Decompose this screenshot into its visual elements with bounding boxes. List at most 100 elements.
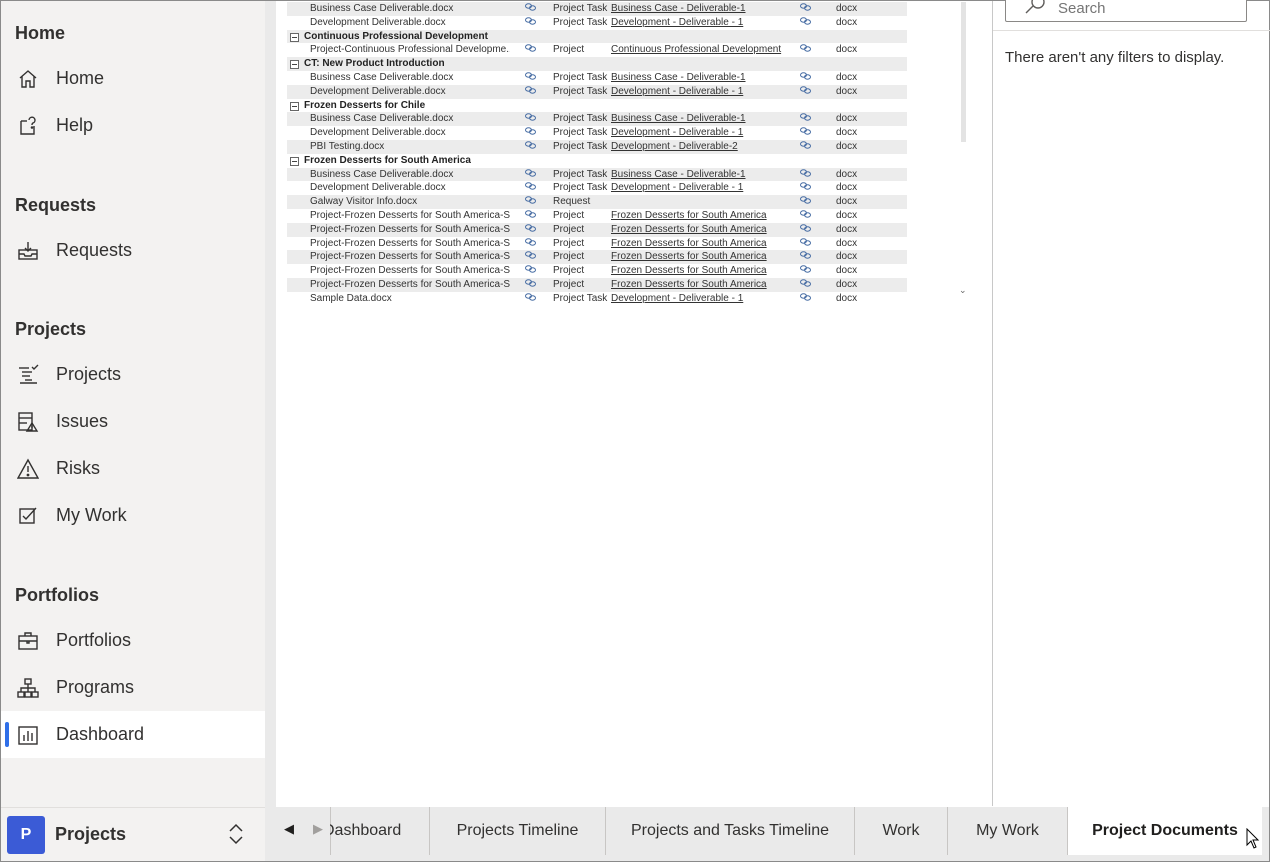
link-icon[interactable] xyxy=(525,86,539,98)
filters-empty-message: There aren't any filters to display. xyxy=(1005,49,1225,66)
parent-link[interactable]: Development - Deliverable - 1 xyxy=(611,127,791,139)
collapse-icon[interactable] xyxy=(290,156,299,166)
parent-link[interactable]: Development - Deliverable-2 xyxy=(611,141,791,153)
parent-link[interactable]: Frozen Desserts for South America xyxy=(611,265,791,277)
collapse-icon[interactable] xyxy=(290,101,299,111)
document-name: Development Deliverable.docx xyxy=(310,182,446,194)
record-type: Project Task xyxy=(553,127,608,139)
nav-group-title: Portfolios xyxy=(15,585,99,605)
filter-search-input[interactable] xyxy=(1058,0,1228,17)
table-row: Project-Frozen Desserts for South Americ… xyxy=(287,209,907,223)
document-name: PBI Testing.docx xyxy=(310,140,385,152)
link-icon[interactable] xyxy=(800,72,814,84)
link-icon[interactable] xyxy=(525,224,539,236)
link-icon[interactable] xyxy=(800,113,814,125)
parent-link[interactable]: Frozen Desserts for South America xyxy=(611,210,791,222)
link-icon[interactable] xyxy=(800,17,814,29)
parent-link[interactable]: Frozen Desserts for South America xyxy=(611,251,791,263)
link-icon[interactable] xyxy=(800,182,814,194)
parent-link[interactable]: Continuous Professional Development xyxy=(611,44,791,56)
nav-item-issues[interactable]: Issues xyxy=(1,398,265,445)
nav-item-home[interactable]: Home xyxy=(1,55,265,102)
link-icon[interactable] xyxy=(800,210,814,222)
nav-item-portfolios[interactable]: Portfolios xyxy=(1,617,265,664)
parent-link[interactable]: Business Case - Deliverable-1 xyxy=(611,72,791,84)
nav-item-programs[interactable]: Programs xyxy=(1,664,265,711)
parent-link[interactable]: Development - Deliverable - 1 xyxy=(611,86,791,98)
chevron-down-icon[interactable]: ⌄ xyxy=(959,285,967,296)
link-icon[interactable] xyxy=(800,265,814,277)
tabs-scroll-left-icon[interactable]: ◀ xyxy=(284,821,294,837)
link-icon[interactable] xyxy=(800,279,814,291)
tab-projects-and-tasks-timeline[interactable]: Projects and Tasks Timeline xyxy=(605,807,854,855)
parent-link[interactable]: Development - Deliverable - 1 xyxy=(611,293,791,305)
link-icon[interactable] xyxy=(525,237,539,250)
link-icon[interactable] xyxy=(800,127,814,139)
link-icon[interactable] xyxy=(525,251,539,263)
nav-item-label: Projects xyxy=(56,364,122,384)
tab-dashboard[interactable]: Dashboard xyxy=(330,807,429,855)
nav-group-title: Home xyxy=(15,23,66,43)
parent-link[interactable]: Frozen Desserts for South America xyxy=(611,224,791,236)
parent-link[interactable]: Frozen Desserts for South America xyxy=(611,279,791,291)
parent-link[interactable]: Frozen Desserts for South America xyxy=(611,238,791,250)
link-icon[interactable] xyxy=(525,210,539,222)
tab-project-documents[interactable]: Project Documents xyxy=(1067,807,1262,855)
link-icon[interactable] xyxy=(525,113,539,125)
nav-item-dashboard[interactable]: Dashboard xyxy=(1,711,265,758)
link-icon[interactable] xyxy=(525,265,539,277)
link-icon[interactable] xyxy=(525,72,539,84)
link-icon[interactable] xyxy=(800,237,814,250)
tab-my-work[interactable]: My Work xyxy=(947,807,1067,855)
link-icon[interactable] xyxy=(525,293,539,305)
link-icon[interactable] xyxy=(800,86,814,98)
parent-link[interactable]: Business Case - Deliverable-1 xyxy=(611,169,791,181)
link-icon[interactable] xyxy=(800,251,814,263)
nav-item-projects[interactable]: Projects xyxy=(1,351,265,398)
parent-link[interactable]: Business Case - Deliverable-1 xyxy=(611,113,791,125)
collapse-icon[interactable] xyxy=(290,60,299,70)
link-icon[interactable] xyxy=(800,141,814,153)
link-icon[interactable] xyxy=(525,182,539,194)
tabs-scroll-right-icon[interactable]: ▶ xyxy=(313,821,323,837)
link-icon[interactable] xyxy=(800,224,814,236)
tab-work[interactable]: Work xyxy=(854,807,947,855)
link-icon[interactable] xyxy=(525,279,539,291)
table-row: Project-Frozen Desserts for South Americ… xyxy=(287,237,907,251)
nav-item-requests[interactable]: Requests xyxy=(1,227,265,274)
link-icon[interactable] xyxy=(800,44,814,56)
table-row: Project-Frozen Desserts for South Americ… xyxy=(287,277,907,292)
collapse-icon[interactable] xyxy=(290,32,299,42)
file-extension: docx xyxy=(836,168,858,180)
nav-item-label: Issues xyxy=(56,411,109,431)
nav-item-my-work[interactable]: My Work xyxy=(1,492,265,539)
nav-item-help[interactable]: Help xyxy=(1,102,265,149)
link-icon[interactable] xyxy=(525,141,539,153)
nav-item-risks[interactable]: Risks xyxy=(1,445,265,492)
chevron-up-down-icon[interactable] xyxy=(227,822,245,851)
link-icon[interactable] xyxy=(800,3,814,15)
scrollbar-thumb[interactable] xyxy=(961,2,966,142)
parent-link[interactable]: Business Case - Deliverable-1 xyxy=(611,3,791,15)
tab-projects-timeline[interactable]: Projects Timeline xyxy=(429,807,605,855)
link-icon[interactable] xyxy=(525,17,539,29)
link-icon[interactable] xyxy=(525,196,539,208)
record-type: Project Task xyxy=(553,71,608,83)
record-type: Project Task xyxy=(553,292,608,304)
filter-search-box[interactable] xyxy=(1005,0,1247,22)
file-extension: docx xyxy=(836,71,858,83)
area-switcher[interactable]: P Projects xyxy=(1,807,265,861)
link-icon[interactable] xyxy=(525,44,539,56)
table-scrollbar[interactable]: ⌄ xyxy=(959,2,967,298)
record-type: Project Task xyxy=(553,113,608,125)
group-label: Continuous Professional Development xyxy=(304,30,488,42)
parent-link[interactable]: Development - Deliverable - 1 xyxy=(611,182,791,194)
link-icon[interactable] xyxy=(800,293,814,305)
link-icon[interactable] xyxy=(525,127,539,139)
nav-item-label: My Work xyxy=(56,505,127,525)
link-icon[interactable] xyxy=(525,168,539,181)
link-icon[interactable] xyxy=(800,196,814,208)
link-icon[interactable] xyxy=(525,3,539,15)
parent-link[interactable]: Development - Deliverable - 1 xyxy=(611,17,791,29)
link-icon[interactable] xyxy=(800,168,814,181)
